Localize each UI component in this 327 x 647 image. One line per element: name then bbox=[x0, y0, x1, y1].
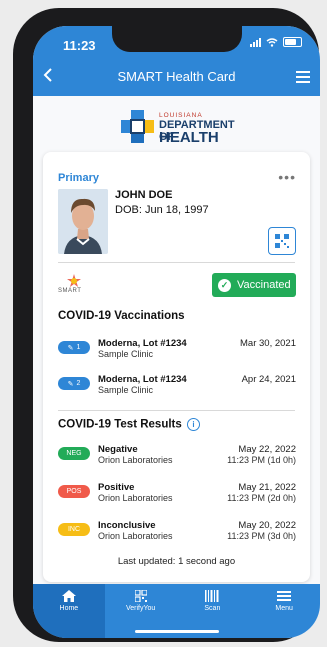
vaccine-date: Apr 24, 2021 bbox=[241, 374, 296, 385]
test-time: 11:23 PM (2d 0h) bbox=[227, 493, 296, 503]
tab-menu[interactable]: Menu bbox=[248, 584, 320, 638]
qr-code-icon bbox=[134, 590, 147, 602]
result-badge: POS bbox=[58, 485, 90, 498]
tab-label: Menu bbox=[275, 605, 293, 612]
tab-label: Scan bbox=[204, 605, 221, 612]
home-indicator bbox=[135, 630, 219, 633]
smart-label: SMART bbox=[58, 288, 82, 294]
result-badge: NEG bbox=[58, 447, 90, 460]
smart-star-icon bbox=[67, 274, 81, 287]
vaccinated-badge: ✓ Vaccinated bbox=[212, 273, 296, 297]
page-title: SMART Health Card bbox=[117, 69, 236, 84]
agency-logo: LOUISIANA DEPARTMENT OF HEALTH bbox=[121, 106, 251, 148]
test-date: May 21, 2022 bbox=[238, 482, 296, 493]
vaccinations-title: COVID-19 Vaccinations bbox=[58, 310, 185, 322]
health-card: Primary ••• JOHN DOE DOB: Jun 18, 1997 S… bbox=[43, 152, 310, 582]
check-icon: ✓ bbox=[218, 278, 231, 292]
vaccine-location: Sample Clinic bbox=[98, 385, 154, 395]
logo-line2: HEALTH bbox=[159, 129, 219, 146]
vaccine-date: Mar 30, 2021 bbox=[240, 338, 296, 349]
vaccinated-label: Vaccinated bbox=[237, 279, 291, 291]
syringe-icon: ✎ bbox=[67, 380, 74, 388]
test-result: Inconclusive bbox=[98, 520, 156, 531]
test-time: 11:23 PM (3d 0h) bbox=[227, 531, 296, 541]
tab-label: VerifyYou bbox=[125, 605, 156, 612]
vaccine-title: Moderna, Lot #1234 bbox=[98, 374, 187, 385]
dose-badge: ✎ 2 bbox=[58, 377, 90, 390]
test-date: May 20, 2022 bbox=[238, 520, 296, 531]
home-icon bbox=[61, 590, 76, 602]
test-row[interactable]: POS Positive Orion Laboratories May 21, … bbox=[58, 482, 296, 508]
vaccine-location: Sample Clinic bbox=[98, 349, 154, 359]
test-date: May 22, 2022 bbox=[238, 444, 296, 455]
smart-logo: SMART bbox=[58, 274, 92, 298]
more-options-icon[interactable]: ••• bbox=[278, 169, 296, 185]
tab-home[interactable]: Home bbox=[33, 584, 105, 638]
status-time: 11:23 bbox=[63, 38, 96, 53]
signal-icon bbox=[250, 37, 261, 47]
status-icons bbox=[250, 37, 302, 47]
info-icon[interactable]: i bbox=[186, 418, 200, 431]
barcode-icon bbox=[205, 590, 219, 602]
menu-icon bbox=[277, 591, 292, 601]
card-label: Primary bbox=[58, 172, 99, 184]
qr-code-icon bbox=[275, 234, 289, 248]
tab-label: Home bbox=[59, 605, 79, 612]
wifi-icon bbox=[266, 37, 278, 47]
test-lab: Orion Laboratories bbox=[98, 493, 173, 503]
vaccination-row[interactable]: ✎ 2 Moderna, Lot #1234 Sample Clinic Apr … bbox=[58, 374, 296, 400]
dose-badge: ✎ 1 bbox=[58, 341, 90, 354]
battery-icon bbox=[283, 37, 302, 47]
vaccine-title: Moderna, Lot #1234 bbox=[98, 338, 187, 349]
divider bbox=[58, 262, 295, 263]
syringe-icon: ✎ bbox=[67, 344, 74, 352]
avatar bbox=[58, 189, 108, 254]
result-badge: INC bbox=[58, 523, 90, 536]
phone-frame: 11:23 SMART Health Card LOUISIANA DEPART… bbox=[13, 8, 320, 642]
patient-dob: DOB: Jun 18, 1997 bbox=[115, 204, 209, 216]
test-result: Positive bbox=[98, 482, 135, 493]
divider bbox=[58, 410, 295, 411]
last-updated: Last updated: 1 second ago bbox=[117, 556, 236, 567]
logo-state: LOUISIANA bbox=[159, 112, 203, 119]
test-lab: Orion Laboratories bbox=[98, 455, 173, 465]
notch bbox=[112, 26, 242, 52]
department-logo-mark bbox=[121, 110, 154, 143]
show-qr-button[interactable] bbox=[268, 227, 296, 255]
menu-button[interactable] bbox=[296, 71, 310, 86]
test-result: Negative bbox=[98, 444, 138, 455]
test-time: 11:23 PM (1d 0h) bbox=[227, 455, 296, 465]
test-row[interactable]: NEG Negative Orion Laboratories May 22, … bbox=[58, 444, 296, 470]
patient-name: JOHN DOE bbox=[115, 189, 173, 201]
tests-title: COVID-19 Test Results i bbox=[58, 418, 200, 431]
test-lab: Orion Laboratories bbox=[98, 531, 173, 541]
screen: 11:23 SMART Health Card LOUISIANA DEPART… bbox=[33, 26, 320, 638]
vaccination-row[interactable]: ✎ 1 Moderna, Lot #1234 Sample Clinic Mar … bbox=[58, 338, 296, 364]
test-row[interactable]: INC Inconclusive Orion Laboratories May … bbox=[58, 520, 296, 546]
